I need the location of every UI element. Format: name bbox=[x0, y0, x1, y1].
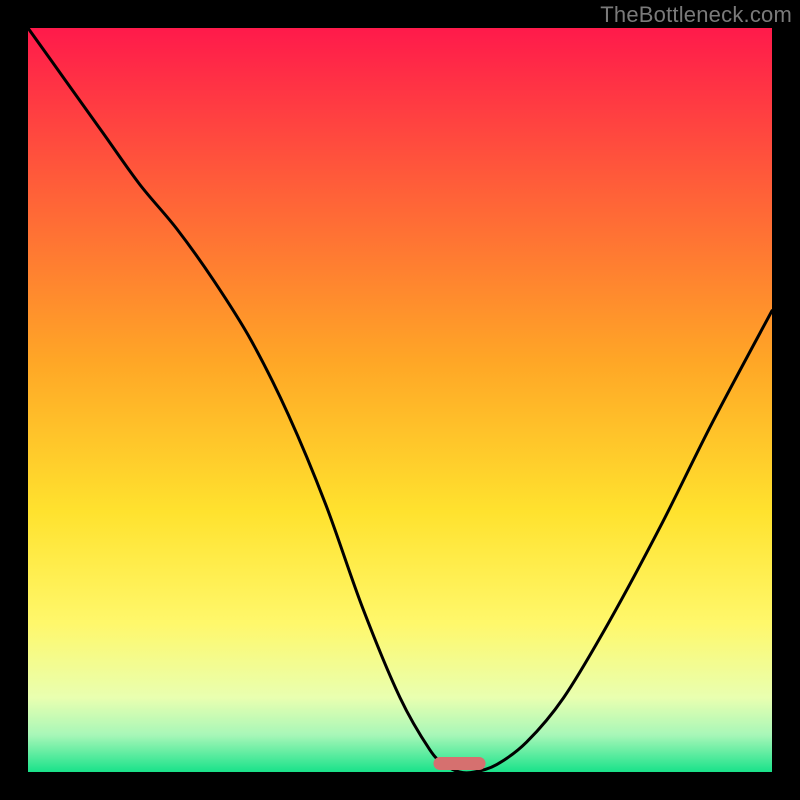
bottleneck-chart bbox=[0, 0, 800, 800]
optimal-range-marker bbox=[433, 757, 485, 770]
chart-frame: TheBottleneck.com bbox=[0, 0, 800, 800]
watermark-text: TheBottleneck.com bbox=[600, 2, 792, 28]
chart-gradient-bg bbox=[28, 28, 772, 772]
